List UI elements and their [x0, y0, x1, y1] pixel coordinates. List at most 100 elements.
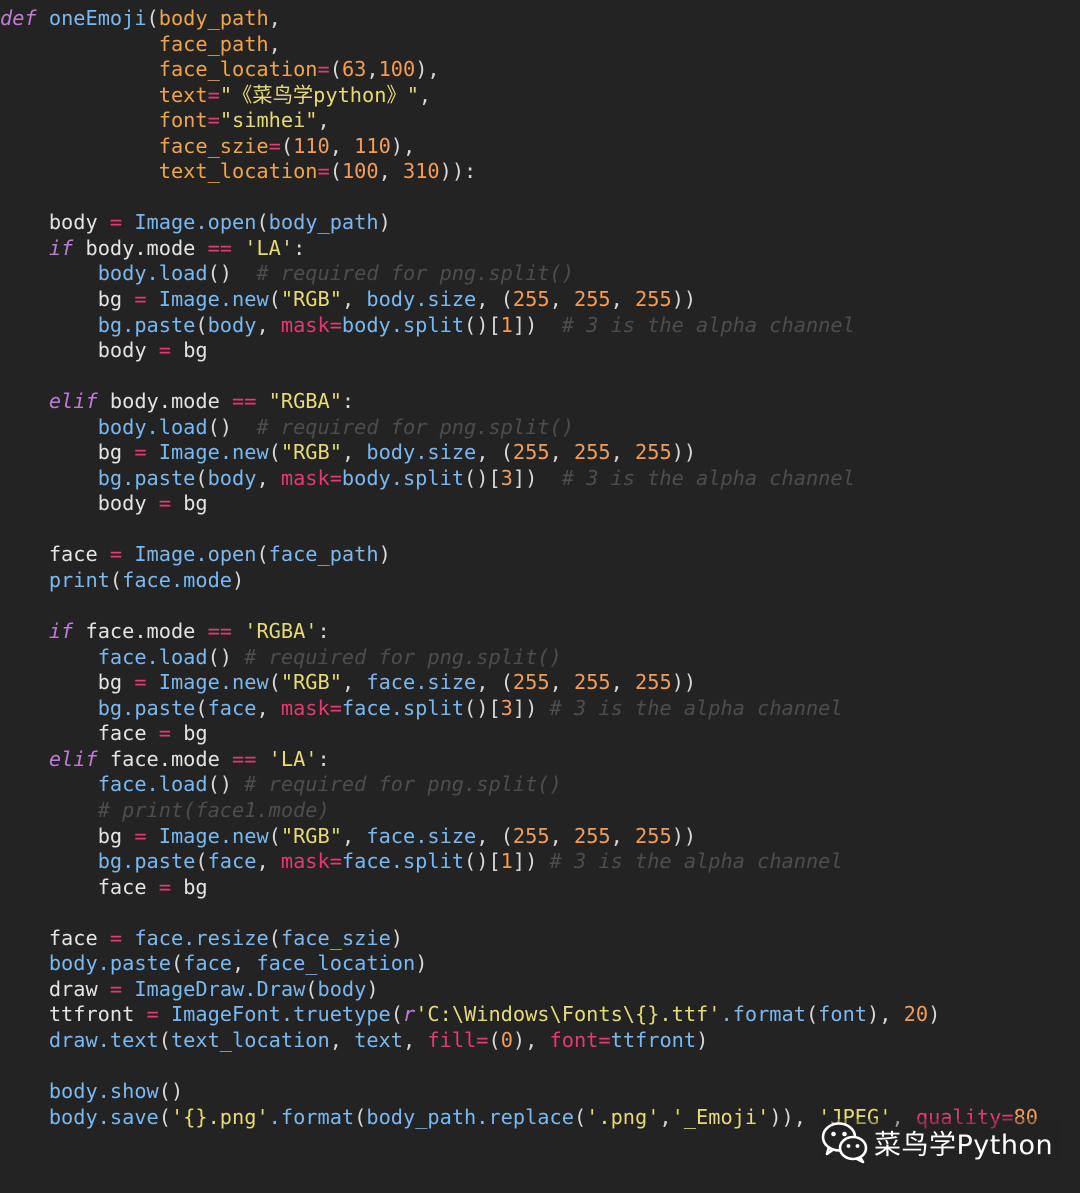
- code-line: bg.paste(body, mask=body.split()[1]) # 3…: [0, 313, 1038, 339]
- punctuation: [147, 670, 159, 694]
- punctuation: [98, 747, 110, 771]
- keyword: def: [0, 6, 37, 30]
- operator: =: [158, 874, 171, 899]
- punctuation: [171, 491, 183, 515]
- identifier: face: [97, 721, 159, 746]
- punctuation: ,: [341, 287, 367, 312]
- operator: mask: [280, 312, 330, 337]
- identifier: bg: [183, 338, 208, 363]
- operator: ==: [207, 235, 233, 260]
- parameter: face_location: [158, 57, 318, 82]
- number-literal: 255: [512, 440, 550, 465]
- number-literal: 3: [500, 465, 513, 490]
- punctuation: ,: [549, 440, 574, 465]
- punctuation: ),: [512, 1027, 550, 1052]
- number-literal: 255: [512, 670, 550, 695]
- function-token: body_path.replace: [366, 1104, 574, 1129]
- punctuation: )):: [439, 159, 477, 184]
- wechat-icon: [821, 1122, 868, 1164]
- number-literal: 100: [378, 57, 416, 82]
- number-literal: 1: [500, 849, 513, 874]
- number-literal: 3: [500, 695, 513, 720]
- punctuation: [0, 1028, 49, 1052]
- punctuation: ,: [549, 670, 574, 695]
- identifier: face: [48, 542, 110, 567]
- identifier: body: [97, 338, 159, 363]
- function-token: .format: [268, 1104, 355, 1129]
- punctuation: [0, 875, 98, 899]
- punctuation: ): [390, 925, 404, 950]
- identifier: face: [48, 925, 110, 950]
- code-line: text="《菜鸟学python》",: [0, 83, 1038, 109]
- punctuation: ,: [317, 108, 330, 133]
- function-token: body.show: [48, 1078, 159, 1103]
- punctuation: :: [317, 746, 330, 771]
- punctuation: , (: [476, 670, 513, 695]
- punctuation: (: [390, 1002, 403, 1027]
- punctuation: (: [170, 951, 184, 976]
- code-line: print(face.mode): [0, 568, 1038, 594]
- punctuation: [37, 6, 49, 30]
- punctuation: (): [207, 772, 233, 797]
- identifier: face.mode: [85, 619, 208, 644]
- code-line: body.load() # required for png.split(): [0, 261, 1038, 287]
- comment: # required for png.split(): [244, 644, 562, 669]
- function-token: face: [207, 695, 257, 720]
- function-token: bg.paste: [97, 849, 196, 874]
- operator: =: [134, 287, 147, 312]
- punctuation: ,: [341, 823, 367, 848]
- function-token: draw.text: [48, 1027, 159, 1052]
- punctuation: , (: [476, 287, 513, 312]
- parameter: text_location: [158, 159, 318, 184]
- parameter: face_path: [158, 31, 269, 56]
- function-token: body.load: [97, 414, 208, 439]
- number-literal: 255: [573, 670, 611, 695]
- operator: =: [317, 57, 330, 82]
- function-token: Image.new: [158, 287, 269, 312]
- function-token: face.resize: [134, 925, 269, 950]
- code-line: if face.mode == 'RGBA':: [0, 619, 1038, 645]
- operator: =: [329, 465, 342, 490]
- function-token: body.save: [48, 1104, 159, 1129]
- comment: # 3 is the alpha channel: [561, 312, 855, 337]
- punctuation: [0, 1105, 49, 1129]
- punctuation: (: [268, 670, 281, 695]
- comment: # required for png.split(): [244, 772, 562, 797]
- punctuation: [171, 721, 183, 745]
- function-token: face: [183, 951, 233, 976]
- identifier: bg: [97, 440, 135, 465]
- string-literal: 'C:\Windows\Fonts\{}.ttf': [415, 1002, 721, 1027]
- punctuation: [0, 926, 49, 950]
- code-line: bg = Image.new("RGB", face.size, (255, 2…: [0, 824, 1038, 850]
- code-line: face_szie=(110, 110),: [0, 134, 1038, 160]
- string-literal: 'LA': [268, 746, 318, 771]
- operator: mask: [280, 849, 330, 874]
- punctuation: (: [158, 1104, 171, 1129]
- code-line: body = Image.open(body_path): [0, 210, 1038, 236]
- punctuation: [232, 236, 244, 260]
- keyword: if: [48, 619, 74, 644]
- punctuation: ,: [610, 287, 636, 312]
- punctuation: ]): [512, 312, 538, 337]
- function-token: face.size: [366, 670, 477, 695]
- punctuation: [232, 415, 256, 439]
- code-line: body = bg: [0, 338, 1038, 364]
- code-line: body.show(): [0, 1079, 1038, 1105]
- punctuation: [232, 261, 256, 285]
- punctuation: ,: [610, 670, 636, 695]
- code-block[interactable]: def oneEmoji(body_path, face_path, face_…: [0, 6, 1038, 1130]
- punctuation: [0, 415, 98, 439]
- punctuation: :: [293, 235, 306, 260]
- punctuation: (): [207, 414, 233, 439]
- code-editor[interactable]: def oneEmoji(body_path, face_path, face_…: [0, 0, 1080, 1193]
- string-literal: "RGB": [280, 287, 342, 312]
- punctuation: [0, 849, 98, 873]
- punctuation: [0, 338, 98, 362]
- punctuation: [0, 670, 98, 694]
- punctuation: [0, 83, 159, 107]
- punctuation: [0, 440, 98, 464]
- function-token: body.load: [97, 261, 208, 286]
- number-literal: 110: [354, 133, 391, 158]
